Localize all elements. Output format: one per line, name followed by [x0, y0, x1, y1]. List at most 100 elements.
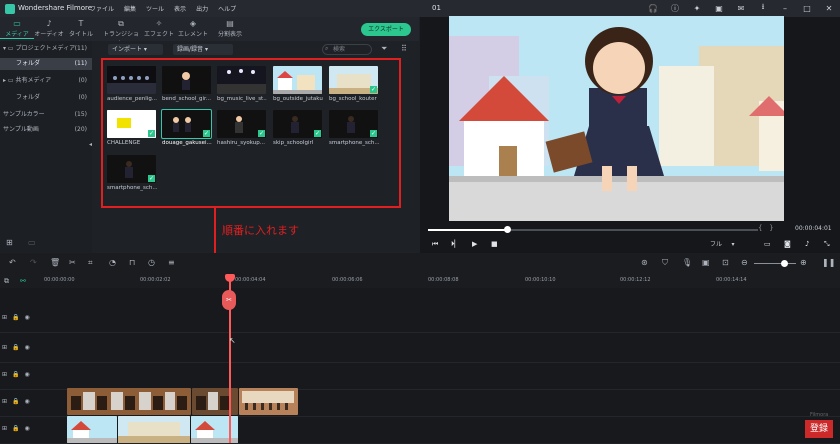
library-shared-folder[interactable]: フォルダ (0)	[0, 92, 92, 104]
media-thumb[interactable]	[107, 66, 156, 94]
folder-icon[interactable]: ▭	[28, 238, 36, 247]
lock-icon[interactable]: 🔒	[12, 344, 19, 351]
library-folder-selected[interactable]: フォルダ (11)	[0, 58, 92, 70]
eye-icon[interactable]: ◉	[25, 398, 30, 405]
zoom-in-icon[interactable]: ⊕	[800, 258, 807, 267]
eye-icon[interactable]: ◉	[25, 425, 30, 432]
track-icon[interactable]: ⊞	[2, 398, 7, 405]
scissors-icon[interactable]: ✂	[222, 290, 236, 310]
crop-icon[interactable]: ⌗	[88, 258, 93, 268]
new-folder-icon[interactable]: ⊞	[6, 238, 13, 247]
maximize-icon[interactable]: □	[802, 3, 812, 13]
lock-icon[interactable]: 🔒	[12, 398, 19, 405]
monitor-icon[interactable]: ▭	[764, 240, 771, 248]
media-thumb[interactable]: ✓	[107, 155, 156, 183]
zoom-out-icon[interactable]: ⊖	[741, 258, 748, 267]
timeline-clip[interactable]	[192, 388, 238, 415]
lock-icon[interactable]: 🔒	[12, 314, 19, 321]
tab-elements[interactable]: ◈ エレメント	[176, 19, 210, 39]
library-sample-colors[interactable]: サンプルカラー (15)	[0, 109, 92, 121]
eye-icon[interactable]: ◉	[25, 344, 30, 351]
lock-icon[interactable]: 🔒	[12, 425, 19, 432]
media-thumb[interactable]	[217, 66, 266, 94]
media-thumb-selected[interactable]: ✓	[161, 109, 212, 139]
minimize-icon[interactable]: –	[780, 3, 790, 13]
menu-export[interactable]: 出力	[196, 4, 208, 13]
lightbulb-icon[interactable]: ✦	[692, 3, 702, 13]
cut-icon[interactable]: ✂	[69, 258, 76, 267]
filter-icon[interactable]: ⏷	[381, 44, 387, 54]
record-dropdown[interactable]: 録画/録音 ▾	[173, 44, 233, 55]
render-icon[interactable]: ⊛	[641, 258, 648, 267]
audio-adjust-icon[interactable]: ≡	[168, 258, 175, 267]
color-icon[interactable]: ◔	[109, 258, 116, 267]
media-thumb[interactable]: ✓	[273, 110, 322, 138]
tab-transitions[interactable]: ⧉トランジション	[101, 19, 141, 47]
save-icon[interactable]: ▣	[714, 3, 724, 13]
media-thumb[interactable]: ✓	[329, 110, 378, 138]
prev-frame-icon[interactable]: ⏮	[432, 240, 438, 249]
camera-icon[interactable]: ◙	[784, 240, 791, 248]
voiceover-icon[interactable]: ▣	[702, 258, 710, 267]
track-icon[interactable]: ⊞	[2, 371, 7, 378]
tab-effects[interactable]: ✧ エフェクト	[142, 19, 176, 39]
menu-edit[interactable]: 編集	[124, 4, 136, 13]
lock-icon[interactable]: 🔒	[12, 371, 19, 378]
eye-icon[interactable]: ◉	[25, 314, 30, 321]
shield-icon[interactable]: ⛉	[662, 258, 668, 268]
volume-icon[interactable]: ♪	[805, 240, 809, 248]
media-thumb[interactable]	[162, 66, 211, 94]
menu-tools[interactable]: ツール	[146, 4, 164, 13]
link-icon[interactable]: ⚯	[20, 277, 26, 285]
download-icon[interactable]: ⭳	[758, 2, 768, 13]
close-icon[interactable]: ✕	[824, 3, 834, 13]
mark-icon[interactable]: ⊓	[129, 258, 135, 267]
scrub-handle[interactable]	[504, 226, 511, 233]
menu-view[interactable]: 表示	[174, 4, 186, 13]
tab-audio[interactable]: ♪ オーディオ	[32, 19, 66, 39]
export-button[interactable]: エクスポート	[361, 23, 411, 36]
preview-screen[interactable]	[449, 16, 784, 221]
media-thumb[interactable]: ✓	[217, 110, 266, 138]
pause-icon[interactable]: ❚❚	[822, 258, 835, 267]
track-icon[interactable]: ⊞	[2, 425, 7, 432]
speed-icon[interactable]: ◷	[148, 258, 155, 267]
track-icon[interactable]: ⊞	[2, 314, 7, 321]
undo-icon[interactable]: ↶	[9, 258, 16, 267]
import-dropdown[interactable]: インポート ▾	[108, 44, 163, 55]
add-track-icon[interactable]: ⧉	[4, 277, 9, 286]
delete-icon[interactable]: 🗑	[50, 258, 60, 267]
play-frame-icon[interactable]: ⏵▏	[451, 240, 460, 249]
zoom-slider[interactable]	[754, 263, 796, 264]
zoom-handle[interactable]	[781, 260, 788, 267]
timeline-clip[interactable]	[67, 416, 117, 443]
mic-icon[interactable]: 🎙	[682, 258, 692, 267]
grid-view-icon[interactable]: ⠿	[401, 44, 407, 53]
timeline-clip[interactable]	[67, 388, 191, 415]
timeline-ruler[interactable]	[0, 276, 840, 288]
timeline-clip[interactable]	[118, 416, 190, 443]
fullscreen-icon[interactable]: ⤡	[824, 240, 830, 249]
track-icon[interactable]: ⊞	[2, 344, 7, 351]
play-icon[interactable]: ▶	[472, 240, 477, 248]
menu-help[interactable]: ヘルプ	[218, 4, 236, 13]
media-thumb[interactable]	[273, 66, 322, 94]
subscribe-badge[interactable]: 登録	[805, 420, 833, 438]
tab-media[interactable]: ▭ メディア	[0, 19, 34, 39]
tab-split-screen[interactable]: ▤ 分割表示	[213, 19, 247, 39]
timeline-clip[interactable]	[239, 388, 298, 415]
media-thumb[interactable]: ✓	[329, 66, 378, 94]
media-thumb[interactable]: ✓	[107, 110, 156, 138]
collapse-arrow-icon[interactable]: ◂	[89, 141, 92, 148]
menu-file[interactable]: ファイル	[90, 4, 114, 13]
stop-icon[interactable]: ■	[491, 240, 498, 248]
eye-icon[interactable]: ◉	[25, 371, 30, 378]
tab-titles[interactable]: T タイトル	[64, 19, 98, 39]
quality-dropdown[interactable]: フル ▾	[710, 239, 752, 249]
snapshot-icon[interactable]: ⊡	[722, 258, 729, 267]
headset-icon[interactable]: 🎧	[648, 3, 658, 13]
mail-icon[interactable]: ✉	[736, 3, 746, 13]
info-icon[interactable]: ⓘ	[670, 3, 680, 13]
library-project-media[interactable]: ▾ ▭ プロジェクトメディア (11)	[0, 43, 92, 55]
search-input[interactable]: 検索	[322, 44, 372, 55]
